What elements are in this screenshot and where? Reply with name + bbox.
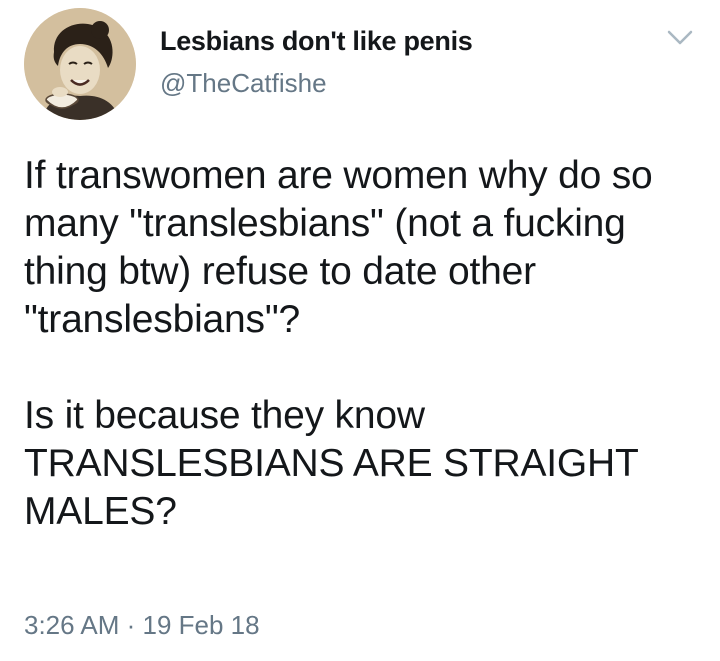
tweet-text: If transwomen are women why do so many "… [24, 152, 704, 536]
chevron-down-icon[interactable] [666, 28, 694, 48]
display-name[interactable]: Lesbians don't like penis [160, 26, 473, 57]
tweet-paragraph-2: Is it because they know TRANSLESBIANS AR… [24, 394, 638, 533]
tweet-card: Lesbians don't like penis @TheCatfishe I… [0, 0, 720, 661]
avatar[interactable] [24, 8, 136, 120]
vintage-woman-avatar-icon [24, 8, 136, 120]
tweet-timestamp[interactable]: 3:26 AM · 19 Feb 18 [24, 610, 260, 641]
user-handle[interactable]: @TheCatfishe [160, 68, 327, 99]
tweet-paragraph-1: If transwomen are women why do so many "… [24, 154, 653, 341]
